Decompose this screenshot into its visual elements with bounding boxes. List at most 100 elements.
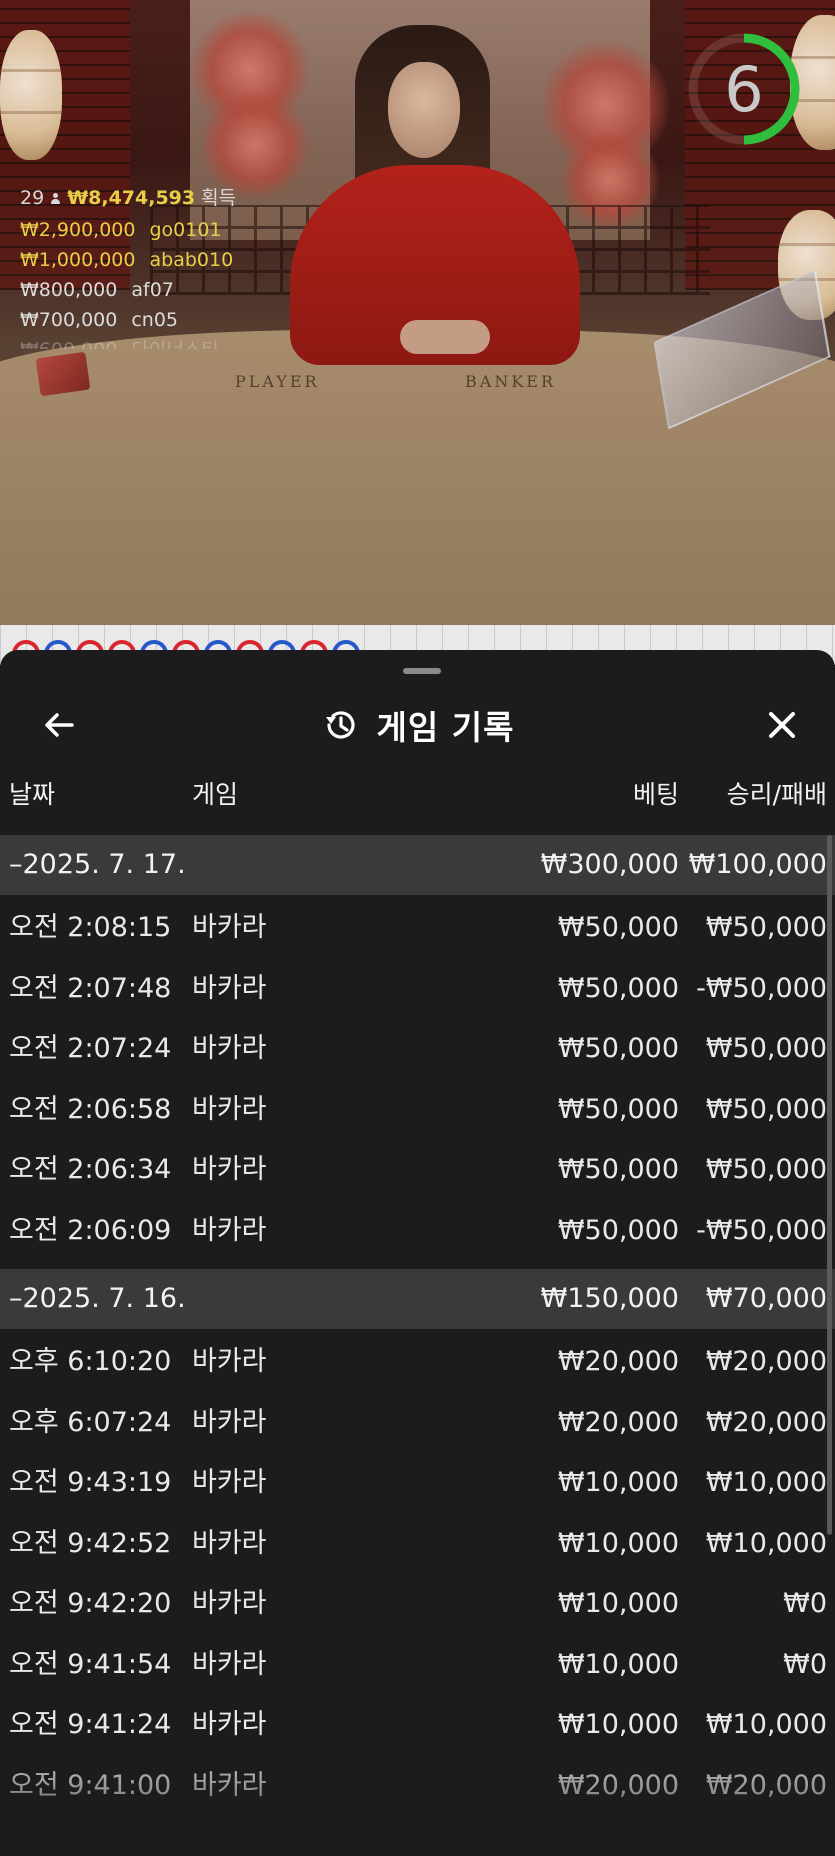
winner-amount: ₩700,000 [20,309,118,331]
row-game: 바카라 [192,1214,267,1246]
column-headers: 날짜 게임 베팅 승리/패배 [0,775,835,835]
row-result: -₩50,000 [696,972,827,1004]
row-game: 바카라 [192,1154,267,1185]
row-result: ₩20,000 [705,1406,827,1438]
row-bet: ₩50,000 [557,1093,679,1125]
header-title-group: 게임 기록 [0,690,835,760]
history-row[interactable]: 오전 2:08:15 바카라 ₩50,000 ₩50,000 [0,898,835,959]
group-date: –2025. 7. 17. [9,835,186,895]
row-game: 바카라 [192,1769,267,1801]
row-bet: ₩50,000 [557,1214,679,1246]
winner-row: ₩600,000 다이너스티 [20,335,236,349]
history-icon [325,711,355,739]
group-bet-total: ₩150,000 [540,1283,679,1314]
row-result: ₩50,000 [705,1093,827,1125]
row-result: ₩10,000 [705,1467,827,1498]
row-time: 오전 2:07:24 [9,1033,172,1064]
group-result-total: ₩70,000 [705,1283,827,1314]
date-group-row[interactable]: –2025. 7. 16. ₩150,000 ₩70,000 [0,1269,835,1329]
row-result: ₩50,000 [705,912,827,943]
row-time: 오전 9:42:20 [9,1588,172,1619]
row-result: ₩20,000 [705,1769,827,1801]
row-bet: ₩10,000 [557,1467,679,1498]
winner-row: ₩800,000 af07 [20,275,236,305]
winner-amount: ₩800,000 [20,279,118,301]
winner-row: ₩700,000 cn05 [20,305,236,335]
winner-amount: ₩600,000 [20,335,117,349]
winner-amount: ₩2,900,000 [20,219,136,241]
history-row[interactable]: 오전 2:06:34 바카라 ₩50,000 ₩50,000 [0,1140,835,1201]
row-game: 바카라 [192,1709,267,1740]
player-table-label: PLAYER [235,372,320,391]
row-time: 오전 9:41:00 [9,1769,172,1801]
banker-table-label: BANKER [465,372,556,391]
winners-count: 29 [20,187,45,209]
history-row[interactable]: 오전 2:06:09 바카라 ₩50,000 -₩50,000 [0,1201,835,1262]
history-row[interactable]: 오전 9:41:24 바카라 ₩10,000 ₩10,000 [0,1695,835,1756]
date-group-row[interactable]: –2025. 7. 17. ₩300,000 ₩100,000 [0,835,835,895]
row-time: 오전 9:41:24 [9,1709,172,1740]
winner-amount: ₩1,000,000 [20,249,136,271]
countdown-timer: 6 [685,30,803,148]
winner-name: cn05 [131,309,179,331]
row-game: 바카라 [192,1588,267,1619]
row-result: ₩50,000 [705,1154,827,1185]
row-bet: ₩10,000 [557,1709,679,1740]
row-result: ₩20,000 [705,1346,827,1377]
winners-summary: 29 ₩8,474,593 획득 [20,183,236,213]
history-list[interactable]: –2025. 7. 17. ₩300,000 ₩100,000 오전 2:08:15 바… [0,835,835,1856]
row-result: ₩10,000 [705,1527,827,1559]
winner-row: ₩1,000,000 abab010 [20,245,236,275]
scrollbar[interactable] [827,835,832,1535]
row-game: 바카라 [192,972,267,1004]
arrow-left-icon [45,713,74,737]
history-row[interactable]: 오전 9:41:00 바카라 ₩20,000 ₩20,000 [0,1756,835,1817]
group-bet-total: ₩300,000 [540,849,679,880]
row-result: ₩50,000 [705,1033,827,1064]
dealer-hands [400,320,490,354]
timer-value: 6 [724,52,764,126]
history-row[interactable]: 오전 2:06:58 바카라 ₩50,000 ₩50,000 [0,1080,835,1141]
row-game: 바카라 [192,1406,267,1438]
back-button[interactable] [36,702,82,748]
winner-row: ₩2,900,000 go0101 [20,215,236,245]
row-game: 바카라 [192,1093,267,1125]
row-time: 오전 2:06:58 [9,1093,172,1125]
history-row[interactable]: 오후 6:10:20 바카라 ₩20,000 ₩20,000 [0,1332,835,1393]
collapse-dash-icon: – [9,849,23,880]
row-result: -₩50,000 [696,1214,827,1246]
row-time: 오전 9:42:52 [9,1527,172,1559]
history-row[interactable]: 오전 9:41:54 바카라 ₩10,000 ₩0 [0,1635,835,1696]
lantern-left [0,30,62,160]
history-row[interactable]: 오전 9:42:52 바카라 ₩10,000 ₩10,000 [0,1514,835,1575]
column-header-date: 날짜 [9,780,56,809]
group-result-total: ₩100,000 [688,849,827,880]
row-result: ₩0 [783,1588,827,1619]
history-row[interactable]: 오전 2:07:48 바카라 ₩50,000 -₩50,000 [0,959,835,1020]
winner-name: 다이너스티 [131,335,218,349]
row-time: 오전 2:08:15 [9,912,172,943]
drag-handle[interactable] [403,668,441,674]
history-row[interactable]: 오전 9:42:20 바카라 ₩10,000 ₩0 [0,1574,835,1635]
group-date-text: 2025. 7. 16. [22,1283,186,1314]
column-header-game: 게임 [192,780,239,809]
close-button[interactable] [759,702,805,748]
panel-title: 게임 기록 [376,708,515,747]
history-row[interactable]: 오후 6:07:24 바카라 ₩20,000 ₩20,000 [0,1393,835,1454]
history-row[interactable]: 오전 9:43:19 바카라 ₩10,000 ₩10,000 [0,1453,835,1514]
column-header-bet: 베팅 [632,780,679,809]
group-date-text: 2025. 7. 17. [22,849,186,880]
row-bet: ₩50,000 [557,1154,679,1185]
row-bet: ₩10,000 [557,1588,679,1619]
row-time: 오전 2:07:48 [9,972,172,1004]
collapse-dash-icon: – [9,1283,23,1314]
live-video: PLAYER BANKER 6 29 ₩8,474,593 획득 ₩2,900,… [0,0,835,625]
column-header-result: 승리/패배 [726,780,827,809]
dealer-face [388,62,460,158]
history-row[interactable]: 오전 2:07:24 바카라 ₩50,000 ₩50,000 [0,1019,835,1080]
row-time: 오후 6:10:20 [9,1346,172,1377]
row-bet: ₩20,000 [557,1406,679,1438]
row-game: 바카라 [192,1648,267,1680]
row-bet: ₩50,000 [557,972,679,1004]
row-time: 오전 9:43:19 [9,1467,172,1498]
